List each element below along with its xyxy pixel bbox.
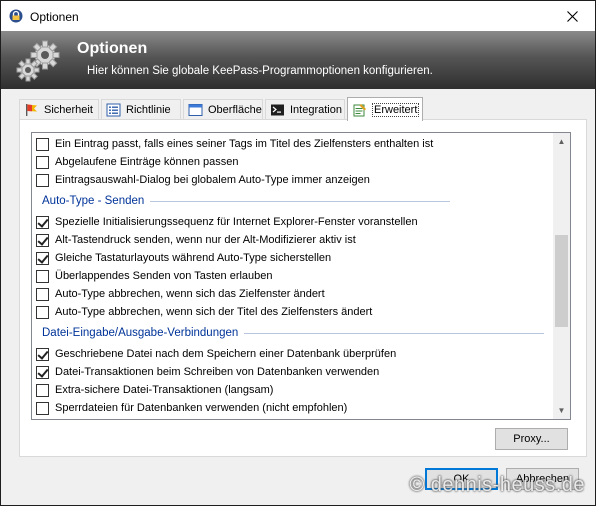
tab-label: Oberfläche xyxy=(208,104,262,116)
options-list-content: Ein Eintrag passt, falls eines seiner Ta… xyxy=(32,133,554,419)
option-label: Überlappendes Senden von Tasten erlauben xyxy=(55,270,273,282)
option-file-transactions[interactable]: Datei-Transaktionen beim Schreiben von D… xyxy=(36,363,379,381)
option-label: Sperrdateien für Datenbanken verwenden (… xyxy=(55,402,348,414)
checkbox[interactable] xyxy=(36,251,49,265)
banner-subtitle: Hier können Sie globale KeePass-Programm… xyxy=(87,65,433,77)
scrollbar-thumb[interactable] xyxy=(555,235,568,327)
option-lock-files[interactable]: Sperrdateien für Datenbanken verwenden (… xyxy=(36,399,347,417)
option-label: Abgelaufene Einträge können passen xyxy=(55,156,239,168)
option-verify-written-file[interactable]: Geschriebene Datei nach dem Speichern ei… xyxy=(36,345,396,363)
tab-label: Integration xyxy=(290,104,342,116)
group-divider xyxy=(150,200,451,202)
tab-richtlinie[interactable]: Richtlinie xyxy=(101,99,181,120)
checkbox[interactable] xyxy=(36,383,49,397)
option-label: Spezielle Initialisierungssequenz für In… xyxy=(55,216,418,228)
checkbox[interactable] xyxy=(36,233,49,247)
option-ie-init-sequence[interactable]: Spezielle Initialisierungssequenz für In… xyxy=(36,213,418,231)
checkbox[interactable] xyxy=(36,401,49,415)
watermark: © dennis-heuss.de xyxy=(409,474,585,496)
banner-title: Optionen xyxy=(77,40,148,57)
scroll-down-button[interactable]: ▼ xyxy=(553,402,570,419)
option-label: Auto-Type abbrechen, wenn sich das Zielf… xyxy=(55,288,325,300)
option-label: Gleiche Tastaturlayouts während Auto-Typ… xyxy=(55,252,332,264)
group-divider xyxy=(244,332,545,334)
group-header-autotype: Auto-Type - Senden xyxy=(42,193,451,209)
option-expired-entries[interactable]: Abgelaufene Einträge können passen xyxy=(36,153,238,171)
options-dialog: Optionen Optionen Hier können Sie global… xyxy=(0,0,596,506)
close-button[interactable] xyxy=(549,1,595,31)
group-title: Auto-Type - Senden xyxy=(42,195,145,207)
option-always-show-selection[interactable]: Eintragsauswahl-Dialog bei globalem Auto… xyxy=(36,171,370,189)
checkbox[interactable] xyxy=(36,365,49,379)
flag-icon xyxy=(26,104,37,116)
keepass-lock-icon xyxy=(9,9,23,23)
console-icon xyxy=(271,104,284,116)
tab-label: Richtlinie xyxy=(126,104,171,116)
window-icon xyxy=(188,104,203,116)
tab-panel-erweitert: Ein Eintrag passt, falls eines seiner Ta… xyxy=(19,119,587,457)
tab-label: Sicherheit xyxy=(44,104,93,116)
notepad-icon xyxy=(353,103,366,116)
option-same-keyboard-layout[interactable]: Gleiche Tastaturlayouts während Auto-Typ… xyxy=(36,249,331,267)
tab-erweitert[interactable]: Erweitert xyxy=(347,97,423,121)
option-alt-keypress[interactable]: Alt-Tastendruck senden, wenn nur der Alt… xyxy=(36,231,356,249)
vertical-scrollbar[interactable]: ▲ ▼ xyxy=(553,133,570,419)
checkbox[interactable] xyxy=(36,287,49,301)
checkbox[interactable] xyxy=(36,347,49,361)
proxy-button[interactable]: Proxy... xyxy=(495,428,568,450)
checkbox[interactable] xyxy=(36,269,49,283)
chevron-down-icon: ▼ xyxy=(557,406,566,415)
checkbox[interactable] xyxy=(36,305,49,319)
option-cancel-on-window-change[interactable]: Auto-Type abbrechen, wenn sich das Zielf… xyxy=(36,285,325,303)
option-label: Geschriebene Datei nach dem Speichern ei… xyxy=(55,348,397,360)
option-cancel-on-title-change[interactable]: Auto-Type abbrechen, wenn sich der Titel… xyxy=(36,303,372,321)
chevron-up-icon: ▲ xyxy=(557,137,566,146)
options-list[interactable]: Ein Eintrag passt, falls eines seiner Ta… xyxy=(31,132,571,420)
gears-icon xyxy=(16,40,60,82)
option-label: Ein Eintrag passt, falls eines seiner Ta… xyxy=(55,138,434,150)
checkbox[interactable] xyxy=(36,215,49,229)
window-title: Optionen xyxy=(30,10,79,24)
option-extra-safe-transactions[interactable]: Extra-sichere Datei-Transaktionen (langs… xyxy=(36,381,273,399)
option-label: Alt-Tastendruck senden, wenn nur der Alt… xyxy=(55,234,356,246)
checkbox[interactable] xyxy=(36,155,49,169)
option-label: Extra-sichere Datei-Transaktionen (langs… xyxy=(55,384,274,396)
checkbox[interactable] xyxy=(36,173,49,187)
option-label: Eintragsauswahl-Dialog bei globalem Auto… xyxy=(55,174,370,186)
scroll-up-button[interactable]: ▲ xyxy=(553,133,570,150)
option-overlapping-keys[interactable]: Überlappendes Senden von Tasten erlauben xyxy=(36,267,273,285)
tab-integration[interactable]: Integration xyxy=(265,99,345,120)
header-banner: Optionen Hier können Sie globale KeePass… xyxy=(1,31,595,89)
proxy-button-label: Proxy... xyxy=(513,433,550,445)
tab-label: Erweitert xyxy=(372,102,420,117)
title-bar: Optionen xyxy=(1,1,595,31)
option-label: Auto-Type abbrechen, wenn sich der Titel… xyxy=(55,306,373,318)
option-partially-visible[interactable] xyxy=(36,417,55,419)
group-title: Datei-Eingabe/Ausgabe-Verbindungen xyxy=(42,327,239,339)
checkbox[interactable] xyxy=(36,137,49,151)
tab-sicherheit[interactable]: Sicherheit xyxy=(19,99,99,120)
group-header-file-io: Datei-Eingabe/Ausgabe-Verbindungen xyxy=(42,325,545,341)
list-icon xyxy=(106,103,121,117)
option-label: Datei-Transaktionen beim Schreiben von D… xyxy=(55,366,380,378)
tab-oberflaeche[interactable]: Oberfläche xyxy=(183,99,263,120)
option-tags-in-title[interactable]: Ein Eintrag passt, falls eines seiner Ta… xyxy=(36,135,433,153)
close-icon xyxy=(566,10,578,22)
